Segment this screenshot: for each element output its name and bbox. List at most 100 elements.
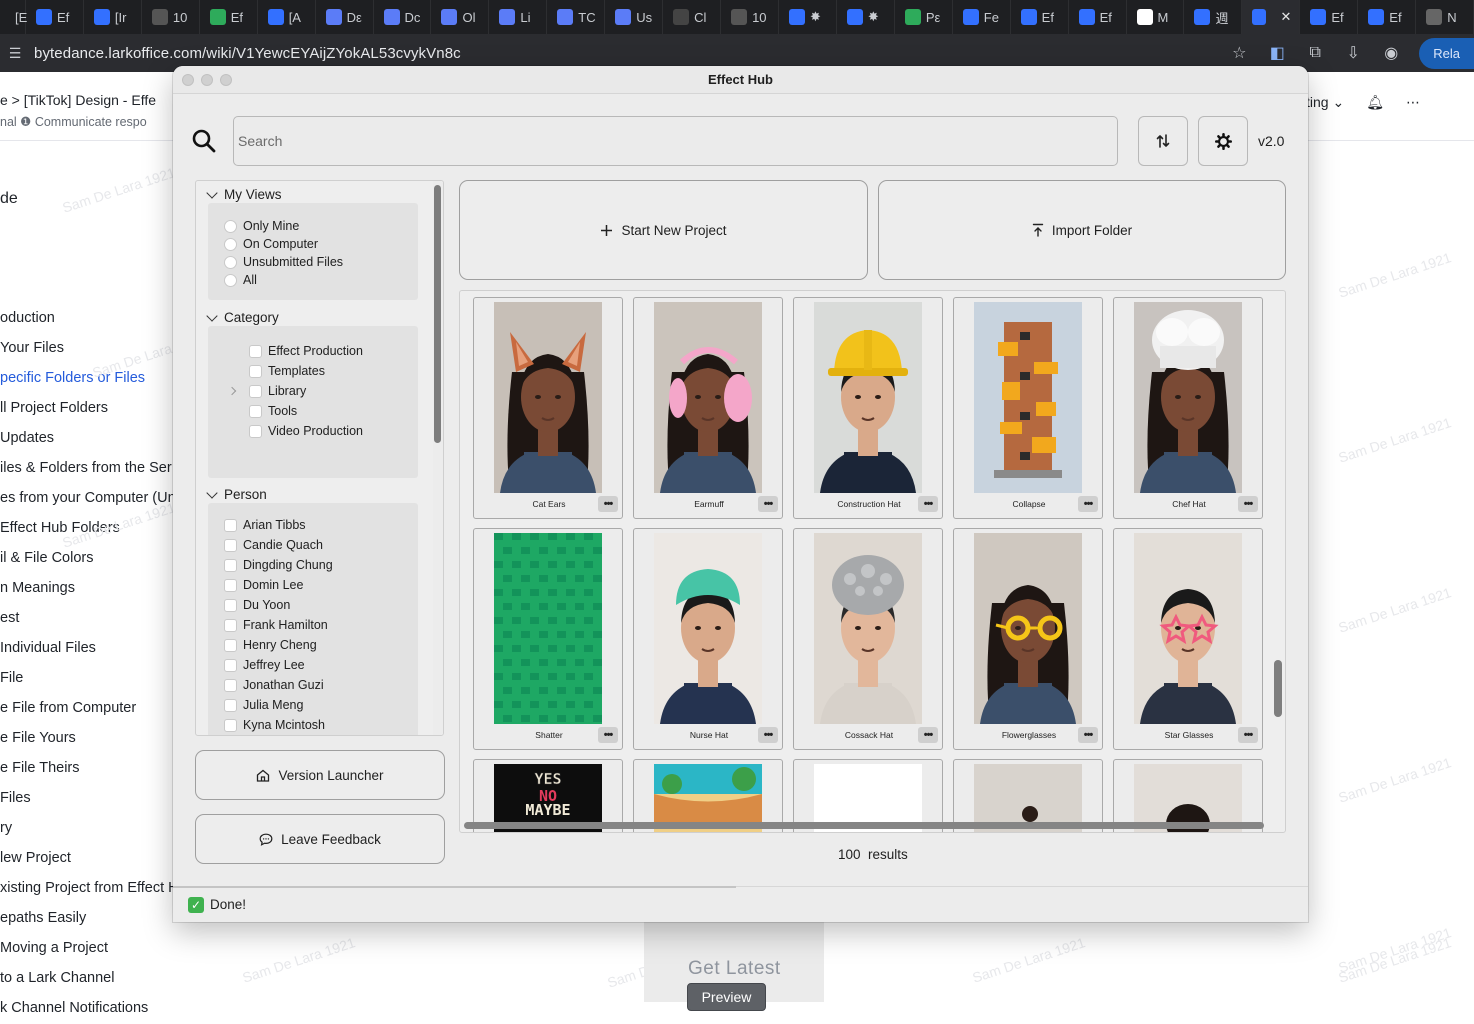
toc-item[interactable]: e File Theirs xyxy=(0,760,80,776)
person-option[interactable]: Kyna Mcintosh xyxy=(224,718,325,732)
browser-tab[interactable]: Fe xyxy=(953,0,1011,34)
effect-thumbnail[interactable] xyxy=(494,302,602,493)
settings-button[interactable] xyxy=(1198,116,1248,166)
person-option[interactable]: Arian Tibbs xyxy=(224,518,306,532)
checkbox[interactable] xyxy=(249,424,262,438)
browser-tab[interactable]: Ol xyxy=(431,0,490,34)
browser-tab[interactable]: Li xyxy=(489,0,548,34)
import-folder-button[interactable]: Import Folder xyxy=(878,180,1286,280)
radio-button[interactable] xyxy=(224,255,237,269)
person-option[interactable]: Domin Lee xyxy=(224,578,303,592)
browser-tab[interactable]: Dε xyxy=(316,0,374,34)
effect-thumbnail[interactable] xyxy=(814,302,922,493)
browser-tab[interactable]: Ef xyxy=(200,0,258,34)
extension-icon[interactable]: ⧉ xyxy=(1305,44,1325,62)
checkbox[interactable] xyxy=(224,698,237,712)
browser-tab[interactable]: ✸ xyxy=(837,0,895,34)
effect-card[interactable]: Collapse ••• xyxy=(953,297,1103,519)
toc-item[interactable]: Your Files xyxy=(0,340,64,356)
search-input[interactable] xyxy=(233,116,1118,166)
toc-item[interactable]: to a Lark Channel xyxy=(0,970,114,986)
toc-item[interactable]: es from your Computer (Un xyxy=(0,490,176,506)
toc-item[interactable]: File xyxy=(0,670,23,686)
close-tab-icon[interactable]: ✕ xyxy=(1280,9,1291,25)
person-option[interactable]: Jeffrey Lee xyxy=(224,658,305,672)
more-options-button[interactable]: ••• xyxy=(758,727,778,743)
person-option[interactable]: Henry Cheng xyxy=(224,638,317,652)
person-option[interactable]: Jonathan Guzi xyxy=(224,678,324,692)
more-options-button[interactable]: ••• xyxy=(598,496,618,512)
toc-item[interactable]: oduction xyxy=(0,310,55,326)
checkbox[interactable] xyxy=(249,364,262,378)
start-new-project-button[interactable]: Start New Project xyxy=(459,180,868,280)
checkbox[interactable] xyxy=(224,618,237,632)
toc-item[interactable]: ll Project Folders xyxy=(0,400,108,416)
checkbox[interactable] xyxy=(249,344,262,358)
page-scrollbar-thumb[interactable] xyxy=(1274,660,1282,717)
category-option[interactable]: Video Production xyxy=(249,424,363,438)
toc-item[interactable]: iles & Folders from the Ser xyxy=(0,460,172,476)
browser-tab[interactable]: N xyxy=(1416,0,1474,34)
toc-item[interactable]: lew Project xyxy=(0,850,71,866)
checkbox[interactable] xyxy=(224,718,237,732)
more-options-button[interactable]: ••• xyxy=(1238,496,1258,512)
effect-card[interactable]: Shatter ••• xyxy=(473,528,623,750)
more-icon[interactable]: ⋯ xyxy=(1406,94,1420,111)
expand-library-icon[interactable] xyxy=(227,386,237,396)
browser-tab[interactable]: Ef xyxy=(1300,0,1359,34)
grid-horizontal-scrollbar[interactable] xyxy=(464,822,1264,829)
checkbox[interactable] xyxy=(224,558,237,572)
browser-tab[interactable]: Pε xyxy=(895,0,953,34)
toc-item[interactable]: il & File Colors xyxy=(0,550,93,566)
browser-tab[interactable]: [A xyxy=(258,0,316,34)
effect-card[interactable]: Chef Hat ••• xyxy=(1113,297,1263,519)
effect-thumbnail[interactable] xyxy=(494,533,602,724)
category-header[interactable]: Category xyxy=(206,309,279,325)
browser-tab[interactable]: ✸ xyxy=(779,0,837,34)
effect-thumbnail[interactable] xyxy=(814,533,922,724)
more-options-button[interactable]: ••• xyxy=(918,727,938,743)
effect-thumbnail[interactable] xyxy=(1134,533,1242,724)
sync-button[interactable] xyxy=(1138,116,1188,166)
effect-thumbnail[interactable] xyxy=(974,533,1082,724)
more-options-button[interactable]: ••• xyxy=(598,727,618,743)
relaunch-button[interactable]: Rela xyxy=(1419,37,1474,69)
person-option[interactable]: Frank Hamilton xyxy=(224,618,328,632)
person-option[interactable]: Julia Meng xyxy=(224,698,303,712)
browser-tab[interactable]: ✕ xyxy=(1242,0,1301,34)
category-option[interactable]: Library xyxy=(249,384,306,398)
browser-tab[interactable]: Dc xyxy=(374,0,432,34)
translate-icon[interactable]: ◧ xyxy=(1267,43,1287,63)
effect-thumbnail[interactable] xyxy=(654,533,762,724)
view-option[interactable]: Only Mine xyxy=(224,219,299,233)
person-option[interactable]: Candie Quach xyxy=(224,538,323,552)
browser-tab[interactable]: [Ir xyxy=(84,0,142,34)
effect-card[interactable]: Nurse Hat ••• xyxy=(633,528,783,750)
category-option[interactable]: Effect Production xyxy=(249,344,363,358)
effect-thumbnail[interactable] xyxy=(1134,302,1242,493)
effect-thumbnail[interactable] xyxy=(654,302,762,493)
checkbox[interactable] xyxy=(224,638,237,652)
checkbox[interactable] xyxy=(249,404,262,418)
browser-tab[interactable]: Cl xyxy=(663,0,722,34)
toc-item[interactable]: xisting Project from Effect H xyxy=(0,880,179,896)
more-options-button[interactable]: ••• xyxy=(1078,496,1098,512)
category-option[interactable]: Tools xyxy=(249,404,297,418)
effect-card[interactable]: Cat Ears ••• xyxy=(473,297,623,519)
checkbox[interactable] xyxy=(224,518,237,532)
toc-item[interactable]: Files xyxy=(0,790,31,806)
my-views-header[interactable]: My Views xyxy=(206,186,282,202)
effect-card[interactable]: Construction Hat ••• xyxy=(793,297,943,519)
more-options-button[interactable]: ••• xyxy=(758,496,778,512)
view-option[interactable]: On Computer xyxy=(224,237,318,251)
url-text[interactable]: bytedance.larkoffice.com/wiki/V1YewcEYAi… xyxy=(34,45,461,62)
browser-tab[interactable]: Us xyxy=(605,0,664,34)
checkbox[interactable] xyxy=(224,678,237,692)
header-dropdown[interactable]: ting ⌄ xyxy=(1306,94,1344,111)
toc-item[interactable]: k Channel Notifications xyxy=(0,1000,148,1016)
checkbox[interactable] xyxy=(224,598,237,612)
version-launcher-button[interactable]: Version Launcher xyxy=(195,750,445,800)
person-option[interactable]: Dingding Chung xyxy=(224,558,333,572)
checkbox[interactable] xyxy=(224,658,237,672)
download-icon[interactable]: ⇩ xyxy=(1343,43,1363,63)
